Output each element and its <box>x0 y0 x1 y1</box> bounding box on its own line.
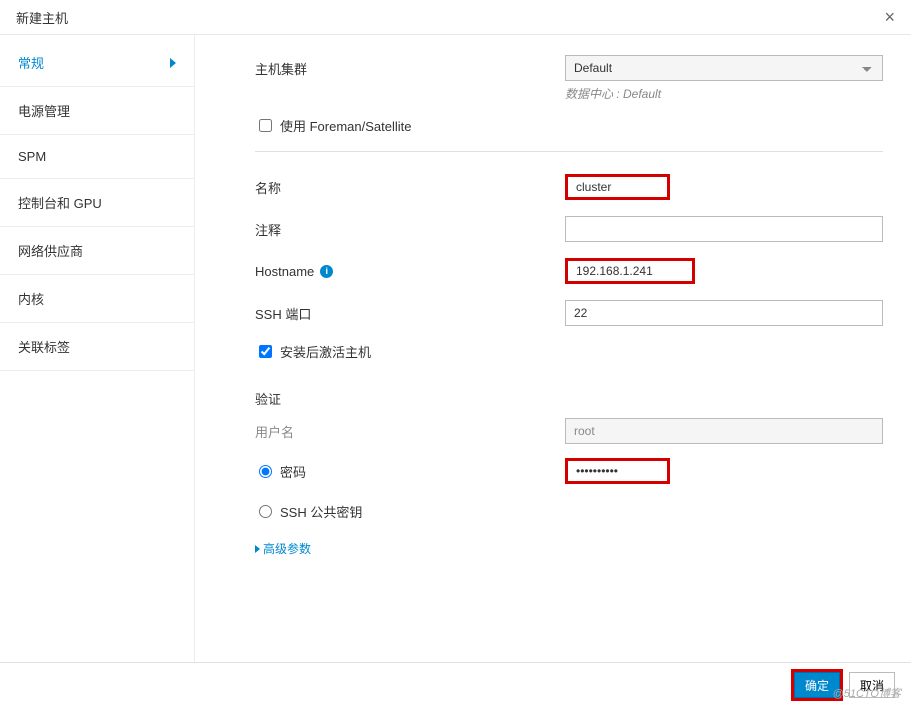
cluster-label: 主机集群 <box>255 59 565 78</box>
row-comment: 注释 <box>255 216 883 242</box>
password-label: 密码 <box>280 462 306 481</box>
sshport-label: SSH 端口 <box>255 304 565 323</box>
sidebar-item-general[interactable]: 常规 <box>0 39 194 87</box>
foreman-label: 使用 Foreman/Satellite <box>280 116 412 135</box>
password-radio-row: 密码 <box>255 462 565 481</box>
name-label: 名称 <box>255 178 565 197</box>
cluster-select[interactable]: Default <box>565 55 883 81</box>
modal-body: 常规 电源管理 SPM 控制台和 GPU 网络供应商 内核 关联标签 主机集群 … <box>0 35 911 662</box>
row-foreman: 使用 Foreman/Satellite <box>255 116 883 135</box>
sidebar-item-network-provider[interactable]: 网络供应商 <box>0 227 194 275</box>
modal-title: 新建主机 <box>16 8 68 27</box>
arrow-right-icon <box>255 545 260 553</box>
sshkey-label: SSH 公共密钥 <box>280 502 362 521</box>
password-radio[interactable] <box>259 465 272 478</box>
sidebar-item-label: SPM <box>18 149 46 164</box>
comment-input[interactable] <box>565 216 883 242</box>
info-icon[interactable]: i <box>320 265 333 278</box>
username-label: 用户名 <box>255 422 565 441</box>
sidebar-item-label: 常规 <box>18 53 44 72</box>
sidebar-item-label: 控制台和 GPU <box>18 193 102 212</box>
sidebar: 常规 电源管理 SPM 控制台和 GPU 网络供应商 内核 关联标签 <box>0 35 195 662</box>
activate-checkbox[interactable] <box>259 345 272 358</box>
chevron-right-icon <box>170 58 176 68</box>
row-cluster: 主机集群 Default <box>255 55 883 81</box>
sshkey-radio-row: SSH 公共密钥 <box>255 502 565 521</box>
sidebar-item-spm[interactable]: SPM <box>0 135 194 179</box>
row-hostname: Hostname i <box>255 258 883 284</box>
row-password: 密码 <box>255 458 883 484</box>
sshkey-radio[interactable] <box>259 505 272 518</box>
row-activate: 安装后激活主机 <box>255 342 883 361</box>
username-input <box>565 418 883 444</box>
password-input[interactable] <box>565 458 670 484</box>
row-sshport: SSH 端口 <box>255 300 883 326</box>
row-username: 用户名 <box>255 418 883 444</box>
sidebar-item-label: 电源管理 <box>18 101 70 120</box>
sidebar-item-kernel[interactable]: 内核 <box>0 275 194 323</box>
name-input[interactable] <box>565 174 670 200</box>
hostname-input[interactable] <box>565 258 695 284</box>
sidebar-item-console-gpu[interactable]: 控制台和 GPU <box>0 179 194 227</box>
close-icon[interactable]: × <box>884 8 895 26</box>
advanced-params-link[interactable]: 高级参数 <box>255 540 311 557</box>
sidebar-item-label: 关联标签 <box>18 337 70 356</box>
modal-footer: 确定 取消 <box>0 662 911 707</box>
divider <box>255 151 883 152</box>
datacenter-hint: 数据中心 : Default <box>565 85 883 102</box>
hostname-label: Hostname i <box>255 264 565 279</box>
sidebar-item-label: 网络供应商 <box>18 241 83 260</box>
auth-section: 验证 用户名 密码 <box>255 389 883 557</box>
row-sshkey: SSH 公共密钥 <box>255 498 883 524</box>
foreman-checkbox[interactable] <box>259 119 272 132</box>
sshport-input[interactable] <box>565 300 883 326</box>
sidebar-item-label: 内核 <box>18 289 44 308</box>
modal-header: 新建主机 × <box>0 0 911 35</box>
watermark: @51CTO博客 <box>833 685 901 701</box>
main-content: 主机集群 Default 数据中心 : Default 使用 Foreman/S… <box>195 35 911 662</box>
activate-label: 安装后激活主机 <box>280 342 371 361</box>
auth-title: 验证 <box>255 389 883 408</box>
sidebar-item-tags[interactable]: 关联标签 <box>0 323 194 371</box>
comment-label: 注释 <box>255 220 565 239</box>
sidebar-item-power[interactable]: 电源管理 <box>0 87 194 135</box>
row-name: 名称 <box>255 174 883 200</box>
